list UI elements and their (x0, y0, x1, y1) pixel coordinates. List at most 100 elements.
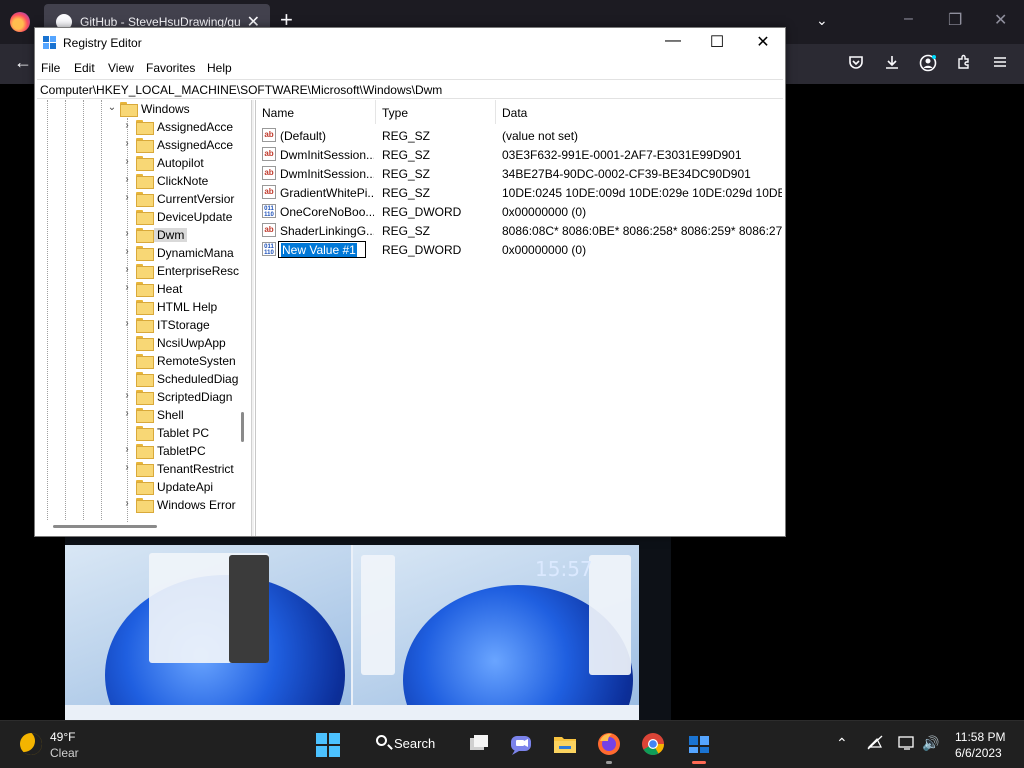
tree-item[interactable]: › DynamicMana (35, 244, 235, 262)
chevron-right-icon[interactable]: › (122, 228, 132, 239)
tree-item[interactable]: › ClickNote (35, 172, 235, 190)
address-bar[interactable]: Computer\HKEY_LOCAL_MACHINE\SOFTWARE\Mic… (37, 79, 783, 99)
clock-time[interactable]: 11:58 PM (955, 730, 1005, 744)
maximize-button[interactable]: ☐ (702, 32, 732, 52)
title-bar[interactable]: Registry Editor — ☐ ✕ (35, 28, 785, 58)
tree-item-dwm[interactable]: › Dwm (35, 226, 235, 244)
column-header-name[interactable]: Name (256, 100, 376, 124)
chevron-right-icon[interactable]: › (122, 138, 132, 149)
chrome-icon[interactable] (638, 729, 668, 759)
tree-item[interactable]: UpdateApi (35, 478, 235, 496)
browser-restore-button[interactable]: ❐ (948, 10, 962, 30)
pane-splitter[interactable] (251, 100, 254, 536)
chevron-right-icon[interactable]: › (122, 120, 132, 131)
tree-item-label: CurrentVersior (157, 192, 235, 206)
value-row[interactable]: ab DwmInitSession... REG_SZ 03E3F632-991… (256, 145, 786, 164)
firefox-icon[interactable] (10, 12, 30, 32)
tree-vertical-scroll-thumb[interactable] (241, 412, 244, 442)
network-disconnected-icon[interactable] (866, 735, 884, 754)
tree-vertical-scrollbar[interactable] (235, 100, 251, 520)
tree-item[interactable]: NcsiUwpApp (35, 334, 235, 352)
value-name: DwmInitSession... (280, 167, 374, 181)
chevron-right-icon[interactable]: › (122, 462, 132, 473)
menu-help[interactable]: Help (207, 61, 232, 75)
browser-minimize-button[interactable]: – (904, 10, 913, 28)
tree-item[interactable]: › Windows Error (35, 496, 236, 514)
rename-value-input[interactable]: New Value #1 (278, 241, 366, 258)
value-row[interactable]: ab ShaderLinkingG... REG_SZ 8086:08C* 80… (256, 221, 786, 240)
tree-item[interactable]: › EnterpriseResc (35, 262, 239, 280)
value-row[interactable]: ab DwmInitSession... REG_SZ 34BE27B4-90D… (256, 164, 786, 183)
column-header-data[interactable]: Data (496, 100, 786, 124)
registry-editor-taskbar-icon[interactable] (684, 729, 714, 759)
value-name: GradientWhitePi... (280, 186, 374, 200)
volume-icon[interactable]: 🔊 (922, 735, 939, 752)
value-row[interactable]: ab GradientWhitePi... REG_SZ 10DE:0245 1… (256, 183, 786, 202)
browser-close-button[interactable]: ✕ (994, 10, 1007, 30)
chevron-right-icon[interactable]: › (122, 282, 132, 293)
chevron-down-icon[interactable]: ⌄ (107, 102, 117, 113)
menu-edit[interactable]: Edit (74, 61, 95, 75)
chevron-right-icon[interactable]: › (122, 156, 132, 167)
rename-value-text[interactable]: New Value #1 (281, 243, 357, 257)
start-button[interactable] (316, 733, 340, 757)
folder-icon (136, 480, 154, 495)
chevron-right-icon[interactable]: › (122, 408, 132, 419)
tree-item-label: Shell (157, 408, 184, 422)
firefox-taskbar-icon[interactable] (594, 729, 624, 759)
tree-item[interactable]: › Autopilot (35, 154, 235, 172)
tree-item[interactable]: RemoteSysten (35, 352, 236, 370)
chat-icon[interactable] (506, 729, 536, 759)
menu-favorites[interactable]: Favorites (146, 61, 195, 75)
chevron-right-icon[interactable]: › (122, 174, 132, 185)
show-hidden-icons-chevron[interactable]: ⌃ (836, 735, 848, 752)
tree-item[interactable]: › Heat (35, 280, 235, 298)
chevron-right-icon[interactable]: › (122, 444, 132, 455)
weather-temperature[interactable]: 49°F (50, 730, 75, 744)
value-row-editing[interactable]: 011 110 New Value #1 REG_DWORD 0x00000000… (256, 240, 786, 259)
chevron-right-icon[interactable]: › (122, 498, 132, 509)
minimize-button[interactable]: — (658, 32, 688, 50)
tree-item[interactable]: HTML Help (35, 298, 235, 316)
back-button[interactable]: ← (14, 52, 32, 73)
moon-icon[interactable] (20, 733, 42, 755)
value-row[interactable]: 011 110 OneCoreNoBoo... REG_DWORD 0x00000… (256, 202, 786, 221)
chevron-right-icon[interactable]: › (122, 192, 132, 203)
tree-item[interactable]: › AssignedAcce (35, 136, 235, 154)
list-all-tabs-button[interactable]: ⌄ (816, 12, 828, 29)
account-icon[interactable] (918, 54, 938, 74)
tree-item[interactable]: Tablet PC (35, 424, 235, 442)
column-header-type[interactable]: Type (376, 100, 496, 124)
menu-view[interactable]: View (108, 61, 134, 75)
display-icon[interactable] (898, 735, 916, 754)
weather-description[interactable]: Clear (50, 746, 79, 760)
downloads-icon[interactable] (882, 54, 902, 74)
chevron-right-icon[interactable]: › (122, 390, 132, 401)
key-tree-pane[interactable]: ⌄ Windows › AssignedAcce › AssignedAcce … (35, 100, 251, 536)
tree-item[interactable]: › ITStorage (35, 316, 235, 334)
file-explorer-icon[interactable] (550, 729, 580, 759)
tree-item[interactable]: › TenantRestrict (35, 460, 235, 478)
tree-item[interactable]: › ScriptedDiagn (35, 388, 235, 406)
menu-icon[interactable] (990, 54, 1010, 74)
chevron-right-icon[interactable]: › (122, 264, 132, 275)
tree-horizontal-scroll-thumb[interactable] (53, 525, 157, 528)
values-list-pane[interactable]: Name Type Data ab (Default) REG_SZ (valu… (255, 100, 785, 536)
tree-item[interactable]: ScheduledDiag (35, 370, 238, 388)
tree-item[interactable]: › CurrentVersior (35, 190, 235, 208)
address-path[interactable]: Computer\HKEY_LOCAL_MACHINE\SOFTWARE\Mic… (40, 83, 442, 97)
close-button[interactable]: ✕ (748, 32, 778, 52)
tree-item[interactable]: › TabletPC (35, 442, 235, 460)
clock-date[interactable]: 6/6/2023 (955, 746, 1002, 760)
menu-file[interactable]: File (41, 61, 60, 75)
chevron-right-icon[interactable]: › (122, 318, 132, 329)
chevron-right-icon[interactable]: › (122, 246, 132, 257)
tree-item[interactable]: › AssignedAcce (35, 118, 235, 136)
tree-item-windows[interactable]: ⌄ Windows (35, 100, 235, 118)
tree-item[interactable]: › Shell (35, 406, 235, 424)
pocket-icon[interactable] (846, 54, 866, 74)
value-row[interactable]: ab (Default) REG_SZ (value not set) (256, 126, 786, 145)
task-view-icon[interactable] (464, 729, 494, 759)
extensions-icon[interactable] (954, 54, 974, 74)
tree-item[interactable]: DeviceUpdate (35, 208, 235, 226)
